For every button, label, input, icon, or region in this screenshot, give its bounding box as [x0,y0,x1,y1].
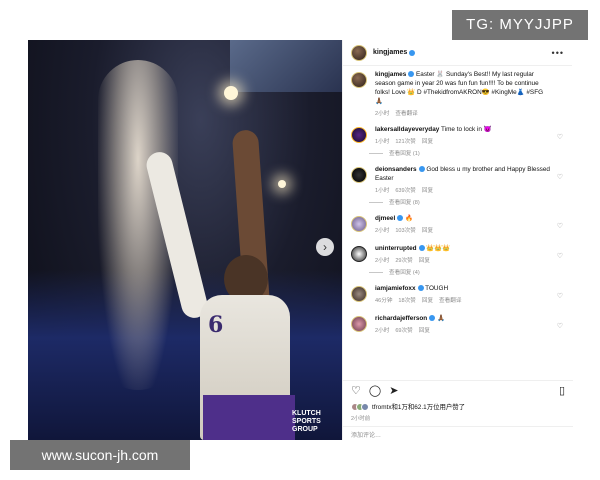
view-replies[interactable]: 查看回复 (1) [369,149,565,157]
translate-link[interactable]: 查看翻译 [395,111,417,117]
comment-likes[interactable]: 639次赞 [395,188,416,194]
comment-time: 46分钟 [375,298,393,304]
comment-likes[interactable]: 29次赞 [395,258,412,264]
next-photo-button[interactable]: › [316,238,334,256]
comment: djmeel 🔥 2小时 103次赞 回复 ♡ [351,214,565,234]
arena-screen [230,40,342,92]
share-icon[interactable]: ➤ [389,384,398,397]
caption-username[interactable]: kingjames [375,71,406,78]
reply-button[interactable]: 回复 [419,328,430,334]
comment-time: 2小时 [375,228,390,234]
avatar[interactable] [351,286,367,302]
post-header: kingjames ••• [343,40,572,66]
jersey-number: 6 [208,312,224,338]
post-time: 2小时前 [351,416,371,422]
verified-icon [418,245,425,252]
view-replies[interactable]: 查看回复 (4) [369,268,565,276]
comment: lakersalldayeveryday Time to lock in 😈 1… [351,125,565,145]
add-comment-input[interactable]: 添加评论… [343,426,573,440]
caption: kingjames Easter 🐰 Sunday's Best!! My la… [351,70,565,117]
avatar[interactable] [351,127,367,143]
view-replies[interactable]: 查看回复 (8) [369,198,565,206]
heart-icon[interactable]: ♡ [557,252,563,260]
comment-username[interactable]: djmeel [375,215,395,222]
more-icon[interactable]: ••• [552,48,564,58]
comment: richardajefferson 🙏🏾 2小时 69次赞 回复 ♡ [351,314,565,334]
caption-time: 2小时 [375,111,390,117]
verified-icon [408,71,415,78]
post-photo[interactable]: 6 › KLUTCH SPORTS GROUP [28,40,342,440]
comment-time: 1小时 [375,139,390,145]
likes-text: tfromtx和1万和62.1万位用户赞了 [372,404,466,411]
comment-time: 2小时 [375,328,390,334]
comments-list: kingjames Easter 🐰 Sunday's Best!! My la… [343,66,573,414]
avatar[interactable] [351,167,367,183]
arena-light [224,86,238,100]
heart-icon[interactable]: ♡ [351,384,361,397]
heart-icon[interactable]: ♡ [557,322,563,330]
avatar[interactable] [351,216,367,232]
watermark-bottom: www.sucon-jh.com [10,440,190,470]
likes-summary[interactable]: tfromtx和1万和62.1万位用户赞了 [351,402,465,411]
avatar[interactable] [351,44,367,61]
verified-icon [429,315,436,322]
translate-link[interactable]: 查看翻译 [439,298,461,304]
verified-icon [397,215,404,222]
comment-likes[interactable]: 121次赞 [395,139,416,145]
comment-time: 2小时 [375,258,390,264]
avatar[interactable] [351,316,367,332]
comment-text: 🙏🏾 [437,315,445,322]
comment-likes[interactable]: 69次赞 [395,328,412,334]
heart-icon[interactable]: ♡ [557,173,563,181]
player-shorts [203,395,295,440]
watermark-top: TG: MYYJJPP [452,10,588,40]
sponsor-logo: KLUTCH SPORTS GROUP [292,410,321,433]
comment-username[interactable]: richardajefferson [375,315,427,322]
comment-username[interactable]: iamjamiefoxx [375,285,416,292]
heart-icon[interactable]: ♡ [557,292,563,300]
comment-likes[interactable]: 18次赞 [398,298,415,304]
instagram-post-view: 6 › KLUTCH SPORTS GROUP kingjames ••• ki… [0,0,600,480]
comment: iamjamiefoxx TOUGH 46分钟 18次赞 回复 查看翻译 ♡ [351,284,565,304]
comment-icon[interactable]: ◯ [369,384,381,397]
comment-time: 1小时 [375,188,390,194]
reply-button[interactable]: 回复 [422,228,433,234]
comment-text: 🔥 [405,215,413,222]
reply-button[interactable]: 回复 [422,298,433,304]
reply-button[interactable]: 回复 [422,188,433,194]
arena-light [278,180,286,188]
comment-text: TOUGH [425,285,449,292]
reply-button[interactable]: 回复 [419,258,430,264]
verified-icon [417,285,424,292]
comment-text: Time to lock in 😈 [440,126,492,133]
liker-avatar [361,402,369,411]
verified-icon [409,49,416,56]
bookmark-icon[interactable]: ▯ [559,384,565,397]
verified-icon [418,166,425,173]
post-username[interactable]: kingjames [373,49,407,56]
comment-username[interactable]: deionsanders [375,166,417,173]
avatar[interactable] [351,246,367,262]
comment-likes[interactable]: 103次赞 [395,228,416,234]
avatar[interactable] [351,72,367,88]
comment: uninterrupted 👑👑👑 2小时 29次赞 回复 ♡ [351,244,565,264]
reply-button[interactable]: 回复 [422,139,433,145]
comment-text: 👑👑👑 [426,245,451,252]
heart-icon[interactable]: ♡ [557,133,563,141]
comment: deionsanders God bless u my brother and … [351,165,565,194]
action-bar: ♡ ◯ ➤ ▯ [343,380,573,400]
post-panel: kingjames ••• kingjames Easter 🐰 Sunday'… [342,40,573,440]
heart-icon[interactable]: ♡ [557,222,563,230]
comment-username[interactable]: uninterrupted [375,245,417,252]
comment-username[interactable]: lakersalldayeveryday [375,126,439,133]
